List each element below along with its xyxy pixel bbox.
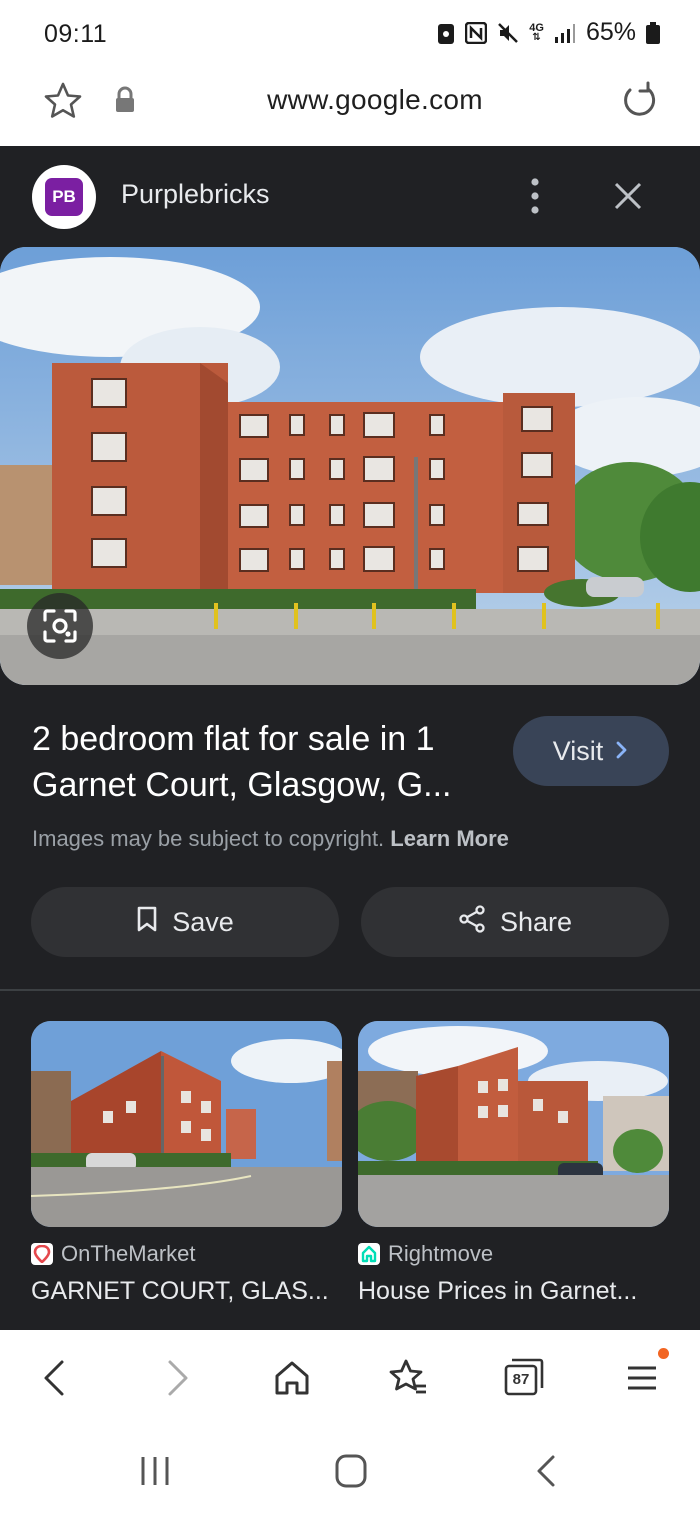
tabs-count: 87 (512, 1371, 530, 1388)
status-icons: 4G ⇅ 65% (437, 18, 660, 47)
system-navigation (0, 1425, 700, 1517)
divider (0, 989, 700, 991)
source-header: PB Purplebricks (0, 146, 700, 246)
browser-toolbar: 87 (0, 1330, 700, 1425)
related-source-name: Rightmove (388, 1241, 494, 1266)
source-logo[interactable]: PB (32, 165, 96, 229)
close-icon[interactable] (610, 178, 646, 214)
related-image[interactable] (358, 1021, 669, 1227)
learn-more-link[interactable]: Learn More (390, 826, 509, 851)
related-source: OnTheMarket (31, 1241, 342, 1267)
status-bar: 09:11 4G ⇅ 65% (0, 0, 700, 66)
chevron-right-icon (615, 736, 629, 767)
bookmarks-icon[interactable] (386, 1356, 430, 1400)
tabs-icon[interactable]: 87 (502, 1356, 546, 1400)
related-source: Rightmove (358, 1241, 669, 1267)
related-image[interactable] (31, 1021, 342, 1227)
copyright-notice: Images may be subject to copyright. Lear… (32, 826, 509, 852)
back-icon[interactable] (34, 1356, 78, 1400)
network-type-label: 4G (529, 21, 544, 34)
share-button[interactable]: Share (361, 887, 669, 957)
home-nav-icon[interactable] (331, 1453, 371, 1489)
related-card[interactable]: Rightmove House Prices in Garnet... (358, 1021, 669, 1306)
battery-icon (646, 21, 660, 44)
lens-icon[interactable] (27, 593, 93, 659)
url-text[interactable]: www.google.com (0, 84, 700, 116)
copyright-text: Images may be subject to copyright. (32, 826, 385, 851)
more-vert-icon[interactable] (520, 176, 550, 216)
save-label: Save (172, 906, 234, 937)
forward-icon[interactable] (154, 1356, 198, 1400)
menu-badge (658, 1348, 669, 1359)
result-title[interactable]: 2 bedroom flat for sale in 1 Garnet Cour… (32, 716, 502, 808)
related-source-name: OnTheMarket (61, 1241, 196, 1266)
related-card[interactable]: OnTheMarket GARNET COURT, GLAS... (31, 1021, 342, 1306)
result-image[interactable] (0, 247, 700, 685)
signal-icon (554, 22, 576, 44)
related-title[interactable]: GARNET COURT, GLAS... (31, 1277, 342, 1306)
network-type-icon: 4G ⇅ (529, 21, 544, 43)
related-title[interactable]: House Prices in Garnet... (358, 1277, 669, 1306)
mute-icon (497, 22, 519, 44)
image-result-panel: PB Purplebricks 2 bedroom flat for sale … (0, 146, 700, 1330)
source-logo-text: PB (45, 178, 83, 216)
bookmark-icon (136, 905, 158, 940)
source-name[interactable]: Purplebricks (121, 179, 270, 210)
home-icon[interactable] (270, 1356, 314, 1400)
save-button[interactable]: Save (31, 887, 339, 957)
back-nav-icon[interactable] (527, 1453, 567, 1489)
share-label: Share (499, 906, 573, 937)
share-icon (458, 904, 486, 940)
menu-icon[interactable] (620, 1356, 664, 1400)
url-bar: www.google.com (0, 66, 700, 146)
visit-label: Visit (552, 735, 604, 766)
status-time: 09:11 (44, 20, 108, 48)
reload-icon[interactable] (618, 80, 660, 122)
visit-button[interactable]: Visit (513, 716, 669, 786)
lock-app-icon (437, 21, 455, 45)
nfc-icon (465, 21, 488, 44)
battery-percent: 65% (585, 18, 636, 46)
recents-icon[interactable] (135, 1453, 175, 1489)
onthemarket-icon (31, 1243, 53, 1265)
rightmove-icon (358, 1243, 380, 1265)
